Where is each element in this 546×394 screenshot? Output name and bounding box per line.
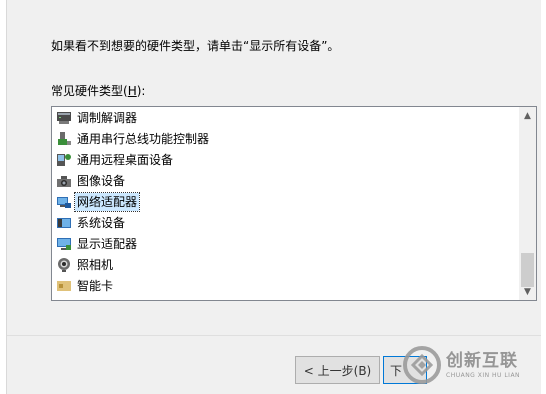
list-item-label: 调制解调器 bbox=[77, 110, 138, 125]
webcam-icon bbox=[58, 257, 70, 272]
scrollbar-thumb[interactable] bbox=[521, 253, 534, 287]
remote-desktop-icon bbox=[57, 153, 71, 166]
watermark-text: 创新互联 CHUANG XIN HU LIAN bbox=[446, 351, 520, 380]
caption-hotkey: H bbox=[127, 84, 137, 98]
dialog-content-panel: 如果看不到想要的硬件类型，请单击“显示所有设备”。 常见硬件类型(H): 调制解… bbox=[7, 0, 541, 335]
list-item-display-adapter[interactable]: 显示适配器 bbox=[56, 234, 139, 253]
list-item-label: 网络适配器 bbox=[73, 191, 141, 212]
list-item-label: 通用远程桌面设备 bbox=[77, 152, 174, 167]
caption-prefix: 常见硬件类型( bbox=[51, 84, 128, 98]
list-item-network-adapter[interactable]: 网络适配器 bbox=[56, 191, 141, 212]
caption-suffix: ): bbox=[136, 84, 146, 98]
list-item-label: 通用串行总线功能控制器 bbox=[77, 131, 210, 146]
list-item-remote-desktop[interactable]: 通用远程桌面设备 bbox=[56, 150, 175, 169]
list-item-label: 智能卡 bbox=[77, 278, 114, 293]
instruction-text: 如果看不到想要的硬件类型，请单击“显示所有设备”。 bbox=[51, 39, 340, 53]
display-adapter-icon bbox=[57, 237, 71, 250]
back-button[interactable]: < 上一步(B) bbox=[295, 356, 380, 384]
camera-device-icon bbox=[57, 175, 71, 187]
add-hardware-dialog: 如果看不到想要的硬件类型，请单击“显示所有设备”。 常见硬件类型(H): 调制解… bbox=[6, 0, 541, 394]
brand-logo-icon bbox=[403, 346, 441, 384]
footer-separator bbox=[7, 335, 541, 336]
system-device-icon bbox=[57, 217, 71, 228]
watermark-name-en: CHUANG XIN HU LIAN bbox=[446, 371, 521, 379]
hardware-type-caption: 常见硬件类型(H): bbox=[51, 82, 145, 99]
scroll-up-icon[interactable]: ▲ bbox=[519, 107, 536, 124]
list-item-system-device[interactable]: 系统设备 bbox=[56, 213, 127, 232]
list-item-usb-controller[interactable]: 通用串行总线功能控制器 bbox=[56, 129, 211, 148]
usb-controller-icon bbox=[58, 131, 71, 145]
smart-card-icon bbox=[57, 280, 71, 291]
list-item-modem[interactable]: 调制解调器 bbox=[56, 108, 139, 127]
hardware-type-listbox[interactable]: 调制解调器 通用串行总线功能控制器 通用远程桌面设备 图像设备 网络适配器 系统… bbox=[51, 106, 537, 301]
list-item-label: 照相机 bbox=[77, 257, 114, 272]
list-item-camera[interactable]: 照相机 bbox=[56, 255, 115, 274]
watermark: 创新互联 CHUANG XIN HU LIAN bbox=[402, 342, 542, 388]
list-item-label: 显示适配器 bbox=[77, 236, 138, 251]
list-item-label: 图像设备 bbox=[77, 173, 126, 188]
list-scrollbar[interactable]: ▲ ▼ bbox=[519, 107, 536, 300]
list-item-smart-card[interactable]: 智能卡 bbox=[56, 276, 115, 295]
list-item-label: 系统设备 bbox=[77, 215, 126, 230]
scroll-down-icon[interactable]: ▼ bbox=[519, 283, 536, 300]
list-item-imaging-device[interactable]: 图像设备 bbox=[56, 171, 127, 190]
watermark-name-cn: 创新互联 bbox=[446, 350, 518, 371]
hardware-type-items: 调制解调器 通用串行总线功能控制器 通用远程桌面设备 图像设备 网络适配器 系统… bbox=[52, 107, 518, 300]
network-adapter-icon bbox=[57, 196, 71, 208]
modem-icon bbox=[57, 111, 71, 124]
